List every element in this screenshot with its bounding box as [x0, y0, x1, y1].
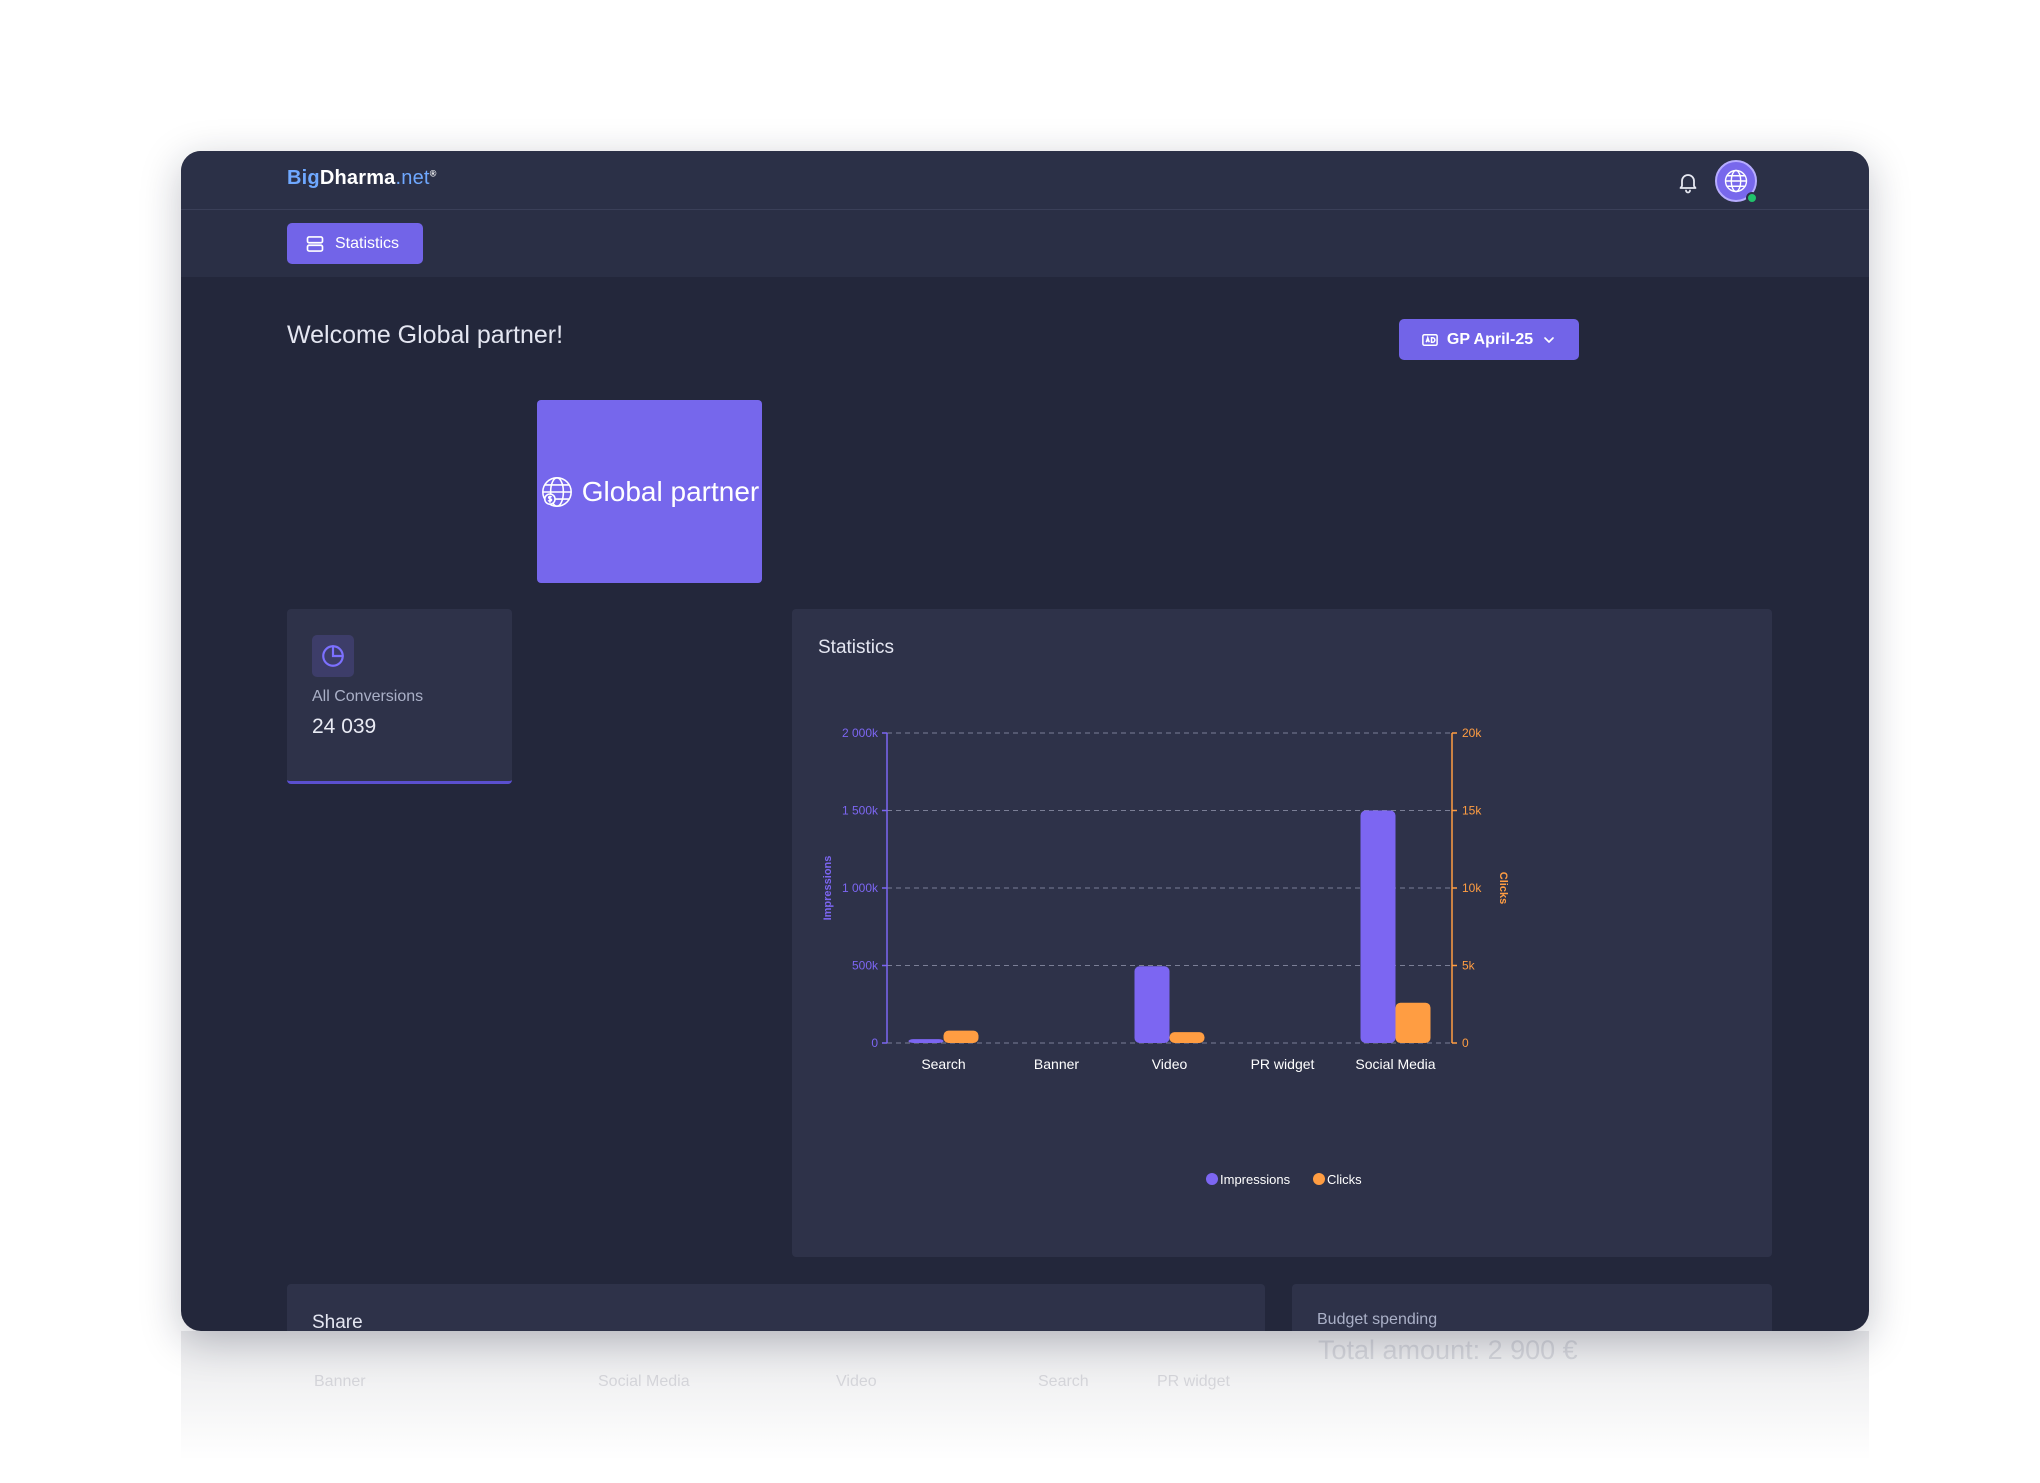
- x-tick-label: Social Media: [1355, 1056, 1435, 1072]
- x-tick-label: PR widget: [1251, 1056, 1315, 1072]
- sub-navigation: Statistics: [181, 210, 1869, 277]
- server-icon: [306, 235, 324, 252]
- y-tick-label: 1 000k: [842, 881, 879, 895]
- legend-label-clicks: Clicks: [1327, 1172, 1362, 1187]
- x-tick-label: Banner: [1034, 1056, 1079, 1072]
- y-right-tick-label: 0: [1462, 1036, 1469, 1050]
- bar-impressions: [908, 1039, 944, 1043]
- y-right-axis-title: Clicks: [1497, 872, 1509, 904]
- y-axis-title: Impressions: [822, 856, 834, 921]
- partner-logo: Global partner: [537, 400, 762, 583]
- legend-marker-impressions: [1206, 1173, 1218, 1185]
- y-tick-label: 500k: [852, 959, 879, 973]
- period-select-button[interactable]: GP April-25: [1399, 319, 1579, 360]
- logo-part-dharma: Dharma: [319, 167, 396, 189]
- conversions-label: All Conversions: [312, 688, 424, 705]
- logo-part-net: .net: [395, 167, 430, 189]
- share-column-header: Video: [836, 1373, 877, 1390]
- top-bar: BigDharma.net®: [181, 151, 1869, 210]
- app-window: BigDharma.net® Statistics Welcome Global…: [181, 151, 1869, 1331]
- x-tick-label: Search: [921, 1056, 965, 1072]
- window-reflection: Total amount: 2 900 € Banner Social Medi…: [181, 1331, 1869, 1461]
- share-column-header: Search: [1038, 1373, 1089, 1390]
- period-select-label: GP April-25: [1446, 330, 1534, 348]
- share-column-header: Banner: [314, 1373, 366, 1390]
- brand-logo[interactable]: BigDharma.net®: [287, 167, 437, 190]
- share-title: Share: [312, 1312, 363, 1331]
- bar-clicks: [1395, 1002, 1431, 1043]
- y-tick-label: 0: [871, 1036, 878, 1050]
- y-tick-label: 1 500k: [842, 804, 879, 818]
- bell-icon[interactable]: [1676, 170, 1700, 194]
- globe-icon: [1724, 169, 1748, 193]
- y-right-tick-label: 15k: [1462, 804, 1482, 818]
- partner-name: Global partner: [581, 475, 760, 507]
- share-card: Share: [287, 1284, 1265, 1331]
- conversions-value: 24 039: [312, 715, 377, 738]
- budget-label: Budget spending: [1317, 1311, 1438, 1328]
- share-column-header: PR widget: [1157, 1373, 1230, 1390]
- y-tick-label: 2 000k: [842, 726, 879, 740]
- chevron-down-icon: [1544, 336, 1554, 343]
- statistics-chart: 0 0 500k 5k 1 000k 10k 1 500k 15k 2 000k 20k Impre…: [822, 726, 1509, 1187]
- logo-registered-mark: ®: [429, 168, 437, 179]
- legend-marker-clicks: [1313, 1173, 1325, 1185]
- x-tick-label: Video: [1152, 1056, 1188, 1072]
- online-status-dot: [1746, 192, 1758, 204]
- y-right-tick-label: 5k: [1462, 959, 1476, 973]
- tab-statistics-label: Statistics: [335, 234, 400, 252]
- globe-dollar-icon: [541, 476, 572, 507]
- ad-icon: [1422, 333, 1438, 346]
- bar-clicks: [1169, 1032, 1205, 1043]
- budget-card: Budget spending Total amount: 2 900 €: [1292, 1284, 1772, 1331]
- y-right-tick-label: 10k: [1462, 881, 1482, 895]
- pie-chart-icon: [312, 635, 354, 677]
- conversions-card: All Conversions 24 039: [287, 609, 512, 784]
- reflection-budget-total: Total amount: 2 900 €: [1318, 1335, 1578, 1365]
- bar-impressions: [1360, 810, 1396, 1043]
- page-title: Welcome Global partner!: [287, 321, 564, 349]
- bar-clicks: [943, 1030, 979, 1043]
- y-right-tick-label: 20k: [1462, 726, 1482, 740]
- share-column-header: Social Media: [598, 1373, 690, 1390]
- statistics-card: Statistics 0 0 500k 5k 1 000k 10k 1 500k 15k 2 0…: [792, 609, 1772, 1257]
- bar-impressions: [1134, 966, 1170, 1043]
- logo-part-big: Big: [287, 167, 320, 189]
- tab-statistics[interactable]: Statistics: [287, 223, 423, 264]
- legend-label-impressions: Impressions: [1220, 1172, 1291, 1187]
